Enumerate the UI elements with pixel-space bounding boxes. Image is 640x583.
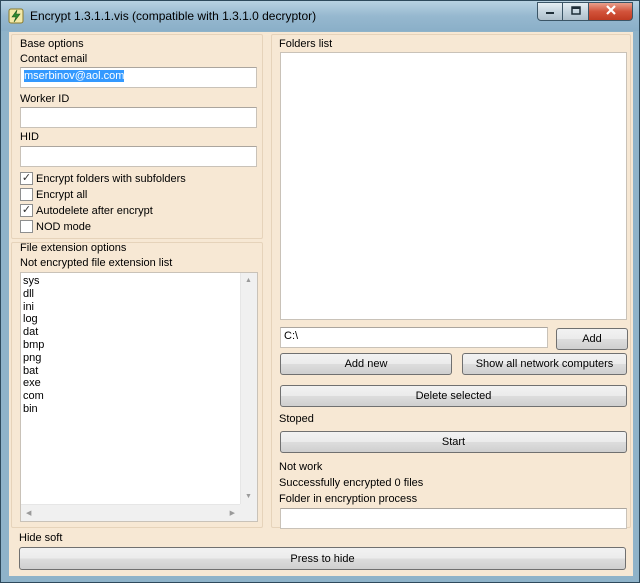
add-button[interactable]: Add [556, 328, 628, 350]
start-button[interactable]: Start [280, 431, 627, 453]
window-title: Encrypt 1.3.1.1.vis (compatible with 1.3… [30, 9, 317, 23]
contact-email-label: Contact email [20, 53, 88, 65]
scroll-corner [240, 504, 257, 521]
base-options-group: Base options Contact email mserbinov@aol… [11, 34, 263, 239]
folder-in-process-label: Folder in encryption process [279, 493, 418, 505]
checkbox-label: Autodelete after encrypt [36, 204, 153, 217]
minimize-icon [545, 6, 555, 18]
hid-field[interactable] [20, 146, 257, 167]
scroll-right-icon[interactable]: ▶ [230, 509, 235, 517]
extension-list-label: Not encrypted file extension list [20, 257, 173, 269]
worker-id-field[interactable] [20, 107, 257, 128]
extension-list-item[interactable]: dat [23, 326, 44, 339]
delete-selected-button[interactable]: Delete selected [280, 385, 627, 407]
extension-listbox[interactable]: sys dll ini log dat bmp png bat exe com bin ▲ ▼ ◀ … [20, 272, 258, 522]
horizontal-scrollbar[interactable]: ◀ ▶ [21, 504, 240, 521]
extension-list-item[interactable]: log [23, 313, 44, 326]
checkbox-encrypt-subfolders[interactable]: ✓ Encrypt folders with subfolders [20, 172, 186, 185]
show-network-computers-button[interactable]: Show all network computers [462, 353, 627, 375]
extension-list: sys dll ini log dat bmp png bat exe com bin [23, 275, 44, 416]
maximize-icon [570, 5, 581, 18]
work-status-text: Not work [279, 461, 323, 473]
checkmark-icon: ✓ [20, 204, 33, 217]
lightning-app-icon [8, 8, 24, 24]
extension-list-item[interactable]: bin [23, 403, 44, 416]
state-label: Stoped [279, 413, 314, 425]
add-new-button[interactable]: Add new [280, 353, 452, 375]
extension-list-item[interactable]: ini [23, 301, 44, 314]
extension-list-item[interactable]: dll [23, 288, 44, 301]
checkbox-label: Encrypt all [36, 188, 88, 201]
encrypted-count-text: Successfully encrypted 0 files [279, 477, 424, 489]
base-options-label: Base options [20, 38, 84, 50]
checkbox-nod-mode[interactable]: NOD mode [20, 220, 91, 233]
extension-list-item[interactable]: exe [23, 377, 44, 390]
title-bar[interactable]: Encrypt 1.3.1.1.vis (compatible with 1.3… [1, 1, 639, 31]
checkbox-empty-icon [20, 188, 33, 201]
folders-list-label: Folders list [279, 38, 333, 50]
extension-list-item[interactable]: sys [23, 275, 44, 288]
folders-group: Folders list C:\ Add Add new Show all ne… [271, 34, 631, 529]
contact-email-field[interactable]: mserbinov@aol.com [20, 67, 257, 88]
scroll-down-icon[interactable]: ▼ [245, 493, 252, 500]
checkbox-label: Encrypt folders with subfolders [36, 172, 186, 185]
minimize-button[interactable] [537, 2, 563, 21]
client-area: Base options Contact email mserbinov@aol… [9, 32, 633, 576]
press-to-hide-button[interactable]: Press to hide [19, 547, 626, 570]
folder-in-process-field[interactable] [280, 508, 627, 529]
extension-list-item[interactable]: bat [23, 365, 44, 378]
file-extension-options-group: File extension options Not encrypted fil… [11, 242, 263, 528]
extension-list-item[interactable]: com [23, 390, 44, 403]
worker-id-label: Worker ID [20, 93, 70, 105]
hid-label: HID [20, 131, 39, 143]
close-icon [605, 5, 617, 18]
extension-list-item[interactable]: bmp [23, 339, 44, 352]
checkbox-autodelete[interactable]: ✓ Autodelete after encrypt [20, 204, 153, 217]
folder-path-field[interactable]: C:\ [280, 327, 548, 348]
file-extension-options-label: File extension options [20, 242, 127, 254]
folders-listbox[interactable] [280, 52, 627, 320]
checkmark-icon: ✓ [20, 172, 33, 185]
checkbox-label: NOD mode [36, 220, 92, 233]
hide-soft-label: Hide soft [19, 532, 63, 544]
app-window: Encrypt 1.3.1.1.vis (compatible with 1.3… [0, 0, 640, 583]
checkbox-empty-icon [20, 220, 33, 233]
maximize-button[interactable] [563, 2, 589, 21]
extension-list-item[interactable]: png [23, 352, 44, 365]
scroll-left-icon[interactable]: ◀ [26, 509, 31, 517]
vertical-scrollbar[interactable]: ▲ ▼ [240, 273, 257, 504]
contact-email-value: mserbinov@aol.com [24, 70, 125, 82]
scroll-up-icon[interactable]: ▲ [245, 277, 252, 284]
checkbox-encrypt-all[interactable]: Encrypt all [20, 188, 87, 201]
close-button[interactable] [589, 2, 633, 21]
